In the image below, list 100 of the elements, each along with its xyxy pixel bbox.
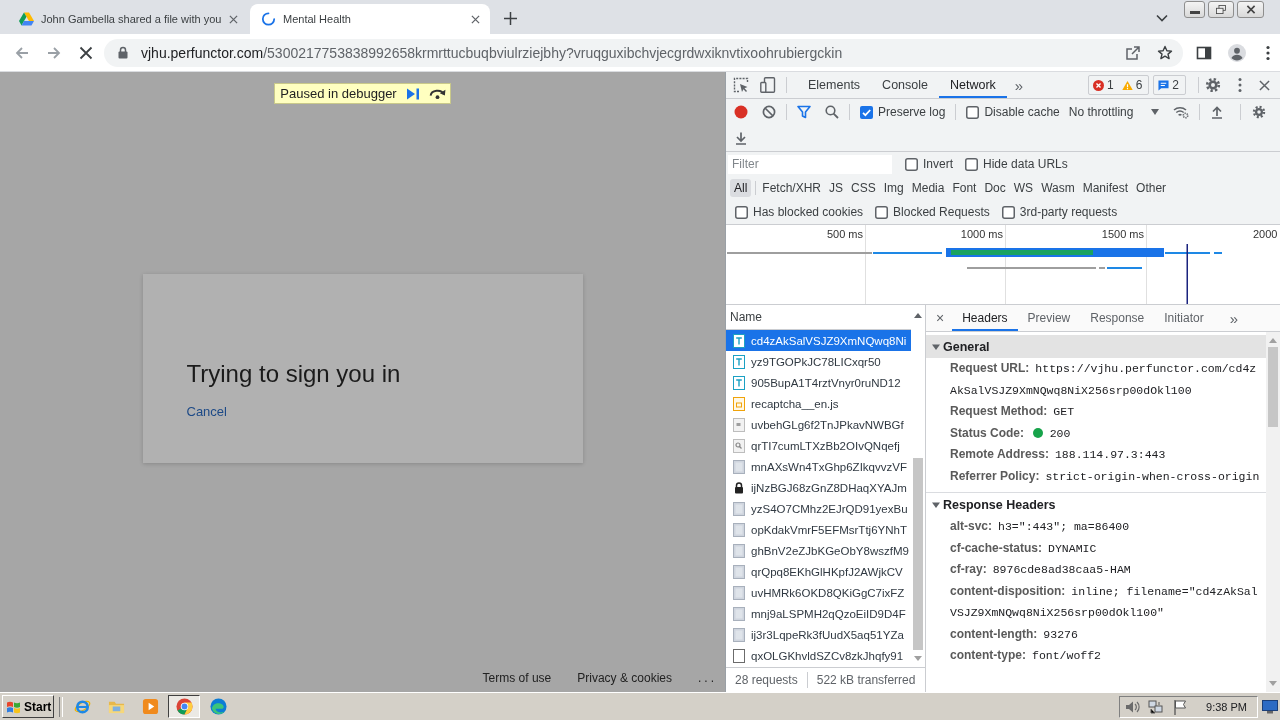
step-over-icon[interactable] (427, 87, 447, 100)
scroll-down-icon[interactable] (914, 656, 922, 661)
inspect-element-icon[interactable] (733, 77, 749, 93)
close-window-button[interactable] (1237, 1, 1264, 18)
request-row[interactable]: yz9TGOPkJC78LICxqr50 (726, 351, 911, 372)
browser-tab[interactable]: John Gambella shared a file with you (8, 4, 248, 34)
menu-icon[interactable] (1266, 43, 1270, 62)
scrollbar-thumb[interactable] (1268, 347, 1278, 427)
browser-tab[interactable]: Mental Health (250, 4, 490, 34)
type-filter[interactable]: WS (1009, 179, 1038, 197)
close-button[interactable]: × (926, 305, 953, 331)
type-filter[interactable]: Fetch/XHR (758, 179, 826, 197)
close-icon[interactable] (1259, 79, 1270, 91)
filter-field[interactable]: Filter (728, 154, 892, 174)
close-icon[interactable] (471, 14, 480, 24)
request-row[interactable]: mnj9aLSPMH2qQzoEiID9D4F (726, 603, 911, 624)
scrollbar-thumb[interactable] (913, 458, 923, 650)
type-filter[interactable]: Img (879, 179, 908, 197)
request-row[interactable]: 905BupA1T4rztVnyr0ruND12 (726, 372, 911, 393)
clear-icon[interactable] (762, 105, 776, 119)
network-conditions-icon[interactable] (1173, 105, 1190, 119)
section-header[interactable]: Response Headers (926, 493, 1266, 516)
footer-link[interactable]: ... (698, 671, 717, 685)
profile-icon[interactable] (1228, 43, 1246, 62)
request-row[interactable]: recaptcha__en.js (726, 393, 911, 414)
checkbox[interactable] (735, 205, 748, 219)
type-filter[interactable]: Manifest (1078, 179, 1133, 197)
type-filter[interactable]: Other (1132, 179, 1171, 197)
settings-icon[interactable] (1252, 105, 1267, 119)
more-tabs-button[interactable]: » (1223, 305, 1244, 331)
request-row[interactable]: qxOLGKhvldSZCv8zkJhqfy91 (726, 645, 911, 666)
more-tabs-button[interactable]: » (1008, 76, 1030, 94)
checkbox[interactable] (905, 157, 918, 171)
flag-icon[interactable] (1172, 698, 1189, 715)
details-tab[interactable]: Headers (952, 305, 1018, 331)
request-row[interactable]: uvHMRk6OKD8QKiGgC7ixFZ (726, 582, 911, 603)
taskbar-button[interactable] (168, 695, 200, 718)
search-icon[interactable] (825, 105, 839, 119)
cancel-link[interactable]: Cancel (186, 404, 227, 419)
back-icon[interactable] (14, 44, 30, 61)
type-filter[interactable]: Doc (980, 179, 1010, 197)
download-icon[interactable] (734, 131, 748, 145)
sort-icon[interactable] (914, 313, 922, 318)
column-header[interactable]: Name (730, 310, 762, 324)
details-tab[interactable]: Preview (1017, 305, 1081, 331)
filter-icon[interactable] (797, 105, 811, 119)
address-field[interactable]: vjhu.perfunctor.com/5300217753838992658krmrttucbuqbviulrziejbhy?vruqguxibchvjecgrdwxiknvtixoohrubiergckin (104, 38, 1183, 67)
image-file-icon (733, 606, 745, 621)
request-row[interactable]: uvbehGLg6f2TnJPkavNWBGf (726, 414, 911, 435)
star-icon[interactable] (1157, 44, 1173, 61)
type-filter[interactable]: All (730, 179, 752, 197)
type-filter[interactable]: JS (825, 179, 848, 197)
section-header[interactable]: General (926, 335, 1266, 358)
details-tab[interactable]: Response (1080, 305, 1155, 331)
type-filter[interactable]: CSS (847, 179, 880, 197)
share-icon[interactable] (1125, 44, 1141, 61)
checkbox[interactable] (875, 205, 889, 219)
stop-icon[interactable] (78, 44, 94, 61)
footer-link[interactable]: Terms of use (482, 671, 552, 685)
request-row[interactable]: ij3r3LqpeRk3fUudX5aq51YZa (726, 624, 911, 645)
request-row[interactable]: yzS4O7CMhz2EJrQD91yexBu (726, 498, 911, 519)
resume-icon[interactable] (404, 86, 421, 101)
debugger-status-text: Paused in debugger (280, 86, 397, 101)
record-icon[interactable] (734, 105, 748, 119)
device-toolbar-icon[interactable] (760, 77, 776, 93)
new-tab-icon[interactable] (504, 12, 517, 25)
checkbox[interactable] (860, 105, 873, 119)
network-icon[interactable] (1148, 698, 1165, 715)
console-counter[interactable]: 1 6 (1087, 75, 1150, 95)
details-tab[interactable]: Initiator (1154, 305, 1214, 331)
devtools-tab[interactable]: Elements (797, 72, 872, 98)
restore-button[interactable] (1208, 1, 1234, 18)
issues-counter[interactable]: 2 (1153, 75, 1186, 95)
throttling-select[interactable]: No throttling (1068, 105, 1160, 119)
close-icon[interactable] (229, 14, 238, 24)
type-filter[interactable]: Media (907, 179, 949, 197)
checkbox[interactable] (1001, 205, 1015, 219)
request-row[interactable]: qrTI7cumLTXzBb2OIvQNqefj (726, 435, 911, 456)
devtools-tab[interactable]: Console (871, 72, 939, 98)
font-file-icon (733, 333, 745, 348)
request-row[interactable]: opKdakVmrF5EFMsrTtj6YNhT (726, 519, 911, 540)
more-options-icon[interactable] (1238, 77, 1242, 93)
request-row[interactable]: cd4zAkSalVSJZ9XmNQwq8Ni (726, 330, 911, 351)
forward-icon[interactable] (46, 44, 62, 61)
minimize-button[interactable] (1184, 1, 1205, 18)
caret-icon[interactable] (1156, 14, 1168, 22)
request-row[interactable]: mnAXsWn4TxGhp6ZIkqvvzVF (726, 456, 911, 477)
side-panel-icon[interactable] (1196, 44, 1212, 61)
type-filter[interactable]: Wasm (1037, 179, 1079, 197)
request-row[interactable]: ijNzBGJ68zGnZ8DHaqXYAJm (726, 477, 911, 498)
upload-icon[interactable] (1210, 105, 1225, 119)
show-desktop-icon[interactable] (1262, 699, 1278, 714)
checkbox[interactable] (965, 157, 978, 171)
request-row[interactable]: ghBnV2eZJbKGeObY8wszfM9 (726, 540, 911, 561)
request-row[interactable]: qrQpq8EKhGlHKpfJ2AWjkCV (726, 561, 911, 582)
footer-link[interactable]: Privacy & cookies (577, 671, 672, 685)
settings-icon[interactable] (1205, 77, 1221, 93)
checkbox[interactable] (966, 105, 980, 119)
start-button[interactable]: Start (2, 695, 54, 718)
type-filter[interactable]: Font (948, 179, 981, 197)
